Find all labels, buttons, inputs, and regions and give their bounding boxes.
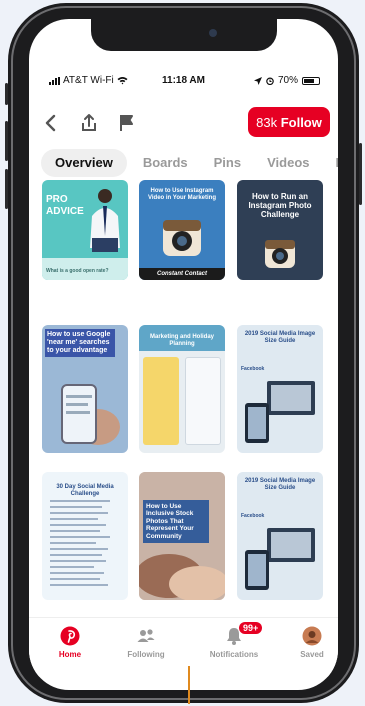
infographic-column	[185, 357, 221, 445]
pin-title: How to Run an Instagram Photo Challenge	[248, 192, 312, 220]
brand-logo: Constant Contact	[157, 271, 207, 278]
nav-saved[interactable]: Saved	[277, 626, 338, 659]
pin-photo-challenge[interactable]: How to Run an Instagram Photo Challenge	[237, 180, 323, 280]
tab-boards[interactable]: Boards	[133, 149, 198, 177]
pin-title: 2019 Social Media Image Size Guide	[244, 331, 316, 344]
front-camera	[209, 29, 217, 37]
nav-following[interactable]: Following	[111, 626, 181, 659]
mute-switch	[5, 83, 8, 105]
pin-google-near-me[interactable]: How to use Google 'near me' searches to …	[42, 325, 128, 453]
checklist-image	[50, 500, 110, 586]
devices-image	[245, 528, 315, 590]
pin-instagram-video[interactable]: How to Use Instagram Video in Your Marke…	[139, 180, 225, 280]
battery-icon	[302, 76, 320, 85]
profile-toolbar: 83k Follow	[29, 107, 338, 137]
tab-pins[interactable]: Pins	[204, 149, 251, 177]
notch	[91, 19, 277, 51]
location-icon	[253, 76, 262, 85]
pin-title: 30 Day Social Media Challenge	[56, 484, 114, 497]
pin-title: PRO ADVICE	[46, 194, 84, 217]
back-icon[interactable]	[41, 113, 61, 133]
pin-title: How to use Google 'near me' searches to …	[45, 329, 115, 358]
nav-label: Following	[127, 650, 165, 659]
pin-holiday-planning[interactable]: Marketing and Holiday Planning	[139, 325, 225, 453]
pin-caption: What is a good open rate?	[46, 268, 109, 275]
profile-avatar-icon	[302, 626, 322, 646]
pin-30-day-challenge[interactable]: 30 Day Social Media Challenge	[42, 472, 128, 600]
power-button	[359, 143, 362, 205]
infographic-column	[143, 357, 179, 445]
pin-inclusive-stock-photos[interactable]: How to Use Inclusive Stock Photos That R…	[139, 472, 225, 600]
pin-title: How to Use Instagram Video in Your Marke…	[147, 188, 216, 201]
devices-image	[245, 381, 315, 443]
person-image	[90, 189, 120, 252]
camera-icon	[163, 220, 201, 256]
pin-pro-advice[interactable]: PRO ADVICE What is a good open rate?	[42, 180, 128, 280]
volume-up-button	[5, 121, 8, 161]
nav-label: Notifications	[209, 650, 259, 659]
pinterest-logo-icon	[60, 626, 80, 646]
pin-subtitle: Facebook	[241, 513, 265, 519]
share-icon[interactable]	[79, 113, 99, 133]
pointer-line	[188, 666, 190, 704]
notification-badge: 99+	[239, 622, 263, 634]
people-icon	[137, 629, 155, 642]
phone-screen: AT&T Wi-Fi 11:18 AM 70% 83k Follow Overv…	[29, 19, 338, 690]
tab-followers[interactable]: Fo	[325, 149, 338, 177]
pin-subtitle: Facebook	[241, 366, 265, 372]
alarm-icon	[266, 77, 274, 85]
follow-button[interactable]: 83k Follow	[248, 107, 330, 137]
nav-home[interactable]: Home	[35, 626, 105, 659]
phone-in-hand-image	[61, 384, 120, 445]
battery-percent: 70%	[277, 75, 298, 86]
pin-image-size-guide[interactable]: 2019 Social Media Image Size Guide Faceb…	[237, 325, 323, 453]
bottom-nav: Home Following 99+ Notifications Saved	[29, 617, 338, 677]
tab-overview[interactable]: Overview	[41, 149, 127, 177]
flag-icon[interactable]	[117, 113, 137, 133]
status-bar: AT&T Wi-Fi 11:18 AM 70%	[29, 75, 338, 91]
pin-title: How to Use Inclusive Stock Photos That R…	[143, 500, 209, 544]
camera-icon	[265, 240, 295, 268]
phone-frame: AT&T Wi-Fi 11:18 AM 70% 83k Follow Overv…	[5, 3, 362, 703]
pin-title: Marketing and Holiday Planning	[149, 334, 214, 347]
profile-tabs: Overview Boards Pins Videos Fo	[41, 149, 338, 177]
pin-image-size-guide-2[interactable]: 2019 Social Media Image Size Guide Faceb…	[237, 472, 323, 600]
volume-down-button	[5, 169, 8, 209]
tab-videos[interactable]: Videos	[257, 149, 319, 177]
nav-label: Saved	[300, 650, 324, 659]
pin-title: 2019 Social Media Image Size Guide	[244, 478, 316, 491]
nav-notifications[interactable]: 99+ Notifications	[199, 622, 269, 659]
nav-label: Home	[58, 650, 82, 659]
